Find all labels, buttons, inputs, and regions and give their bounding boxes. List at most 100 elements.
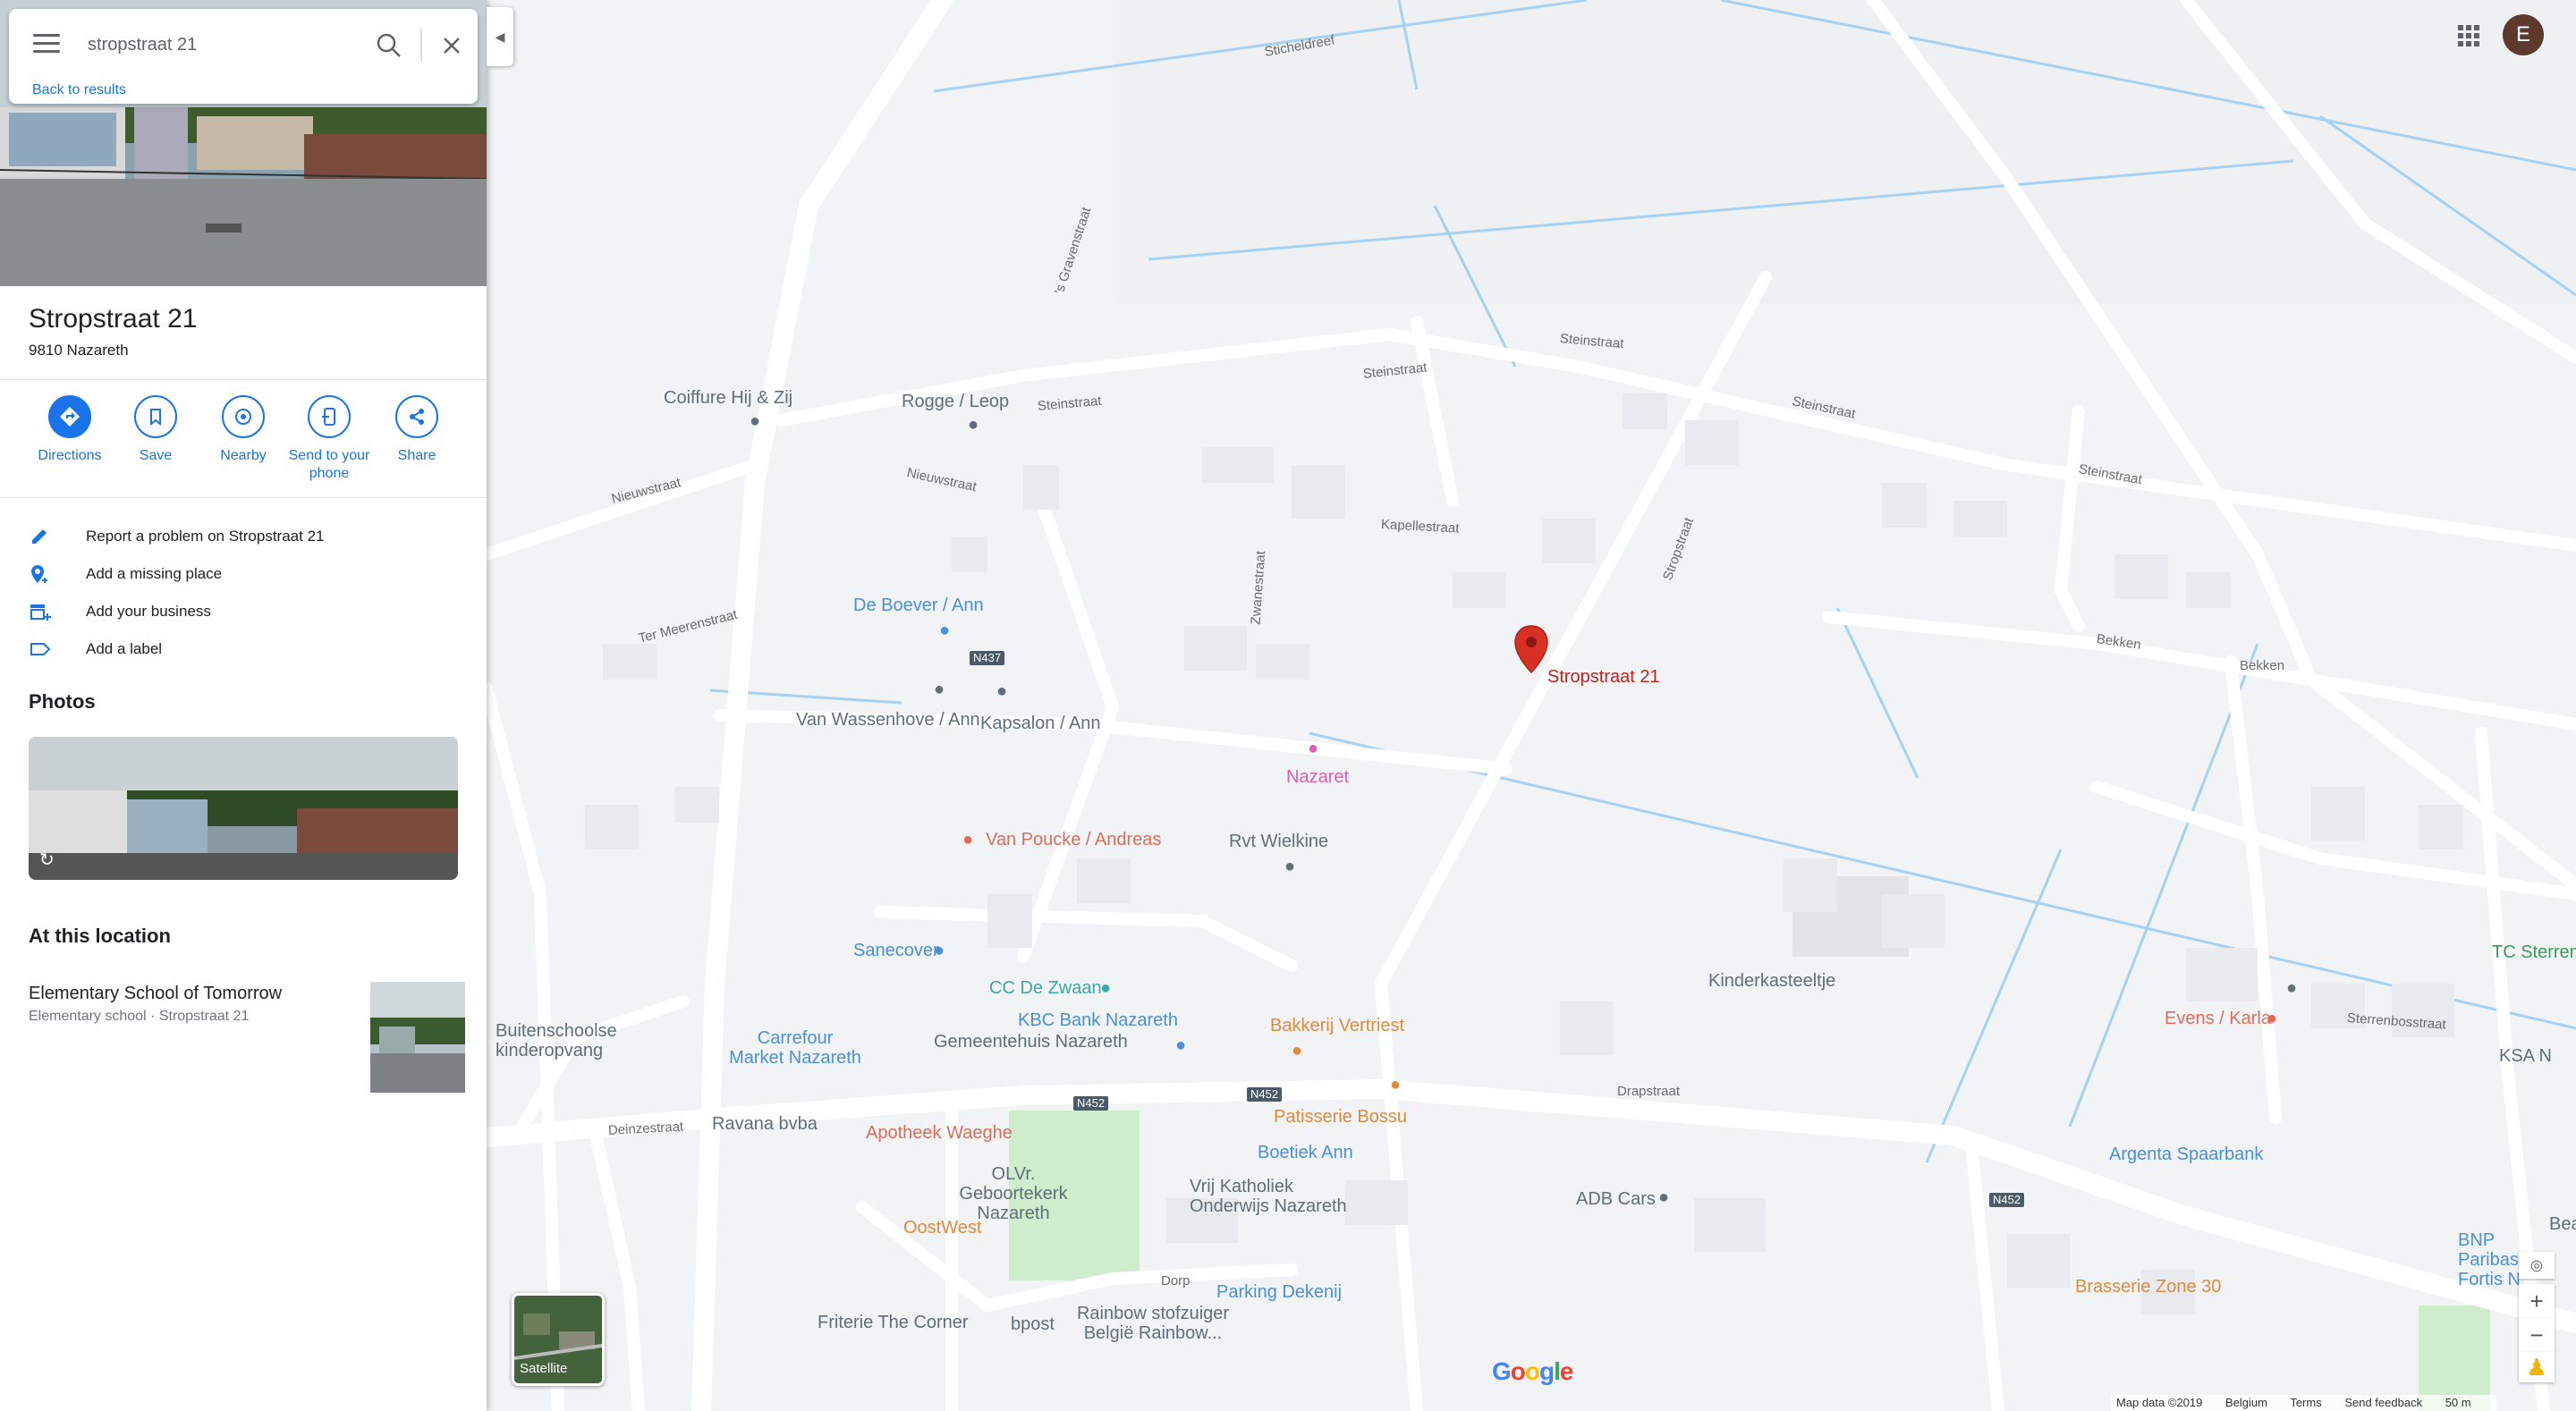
zoom-out-button[interactable]: − bbox=[2519, 1318, 2555, 1352]
road-badge: N437 bbox=[970, 651, 1005, 665]
poi-label[interactable]: Rainbow stofzuiger België Rainbow... bbox=[1068, 1304, 1238, 1343]
poi-pin-icon[interactable]: ● bbox=[1284, 857, 1295, 876]
photo-thumbnail[interactable]: ↻ bbox=[29, 737, 458, 880]
search-icon[interactable] bbox=[372, 29, 406, 63]
poi-label[interactable]: Brasserie Zone 30 bbox=[2075, 1277, 2221, 1297]
poi-label[interactable]: Nazaret bbox=[1286, 767, 1349, 787]
poi-label[interactable]: Sanecover bbox=[853, 941, 939, 960]
nearby-icon bbox=[222, 395, 265, 438]
poi-pin-icon[interactable]: ● bbox=[1292, 1041, 1302, 1060]
nearby-place-name[interactable]: Elementary School of Tomorrow bbox=[29, 984, 282, 1004]
add-missing-place-link[interactable]: Add a missing place bbox=[0, 556, 487, 594]
poi-label[interactable]: OLVr. Geboortekerk Nazareth bbox=[937, 1164, 1089, 1223]
road-badge: N452 bbox=[1247, 1087, 1283, 1102]
poi-label[interactable]: Parking Dekenij bbox=[1216, 1282, 1342, 1302]
satellite-toggle[interactable]: Satellite bbox=[512, 1293, 605, 1386]
save-button[interactable]: Save bbox=[113, 392, 199, 465]
poi-pin-icon[interactable]: ● bbox=[962, 830, 973, 849]
poi-label[interactable]: bpost bbox=[1011, 1314, 1055, 1334]
poi-label[interactable]: Bea bbox=[2549, 1214, 2576, 1234]
account-avatar[interactable]: E bbox=[2503, 14, 2544, 55]
poi-label[interactable]: Bakkerij Vertriest bbox=[1270, 1016, 1404, 1035]
poi-pin-icon[interactable]: ● bbox=[750, 411, 760, 431]
poi-pin-icon[interactable]: ● bbox=[1308, 739, 1318, 758]
poi-label[interactable]: Rogge / Leop bbox=[902, 392, 1009, 411]
poi-pin-icon[interactable]: ● bbox=[1658, 1187, 1669, 1207]
directions-button[interactable]: Directions bbox=[27, 392, 113, 465]
poi-label[interactable]: Friterie The Corner bbox=[818, 1313, 969, 1332]
zoom-in-button[interactable]: + bbox=[2519, 1284, 2555, 1318]
poi-pin-icon[interactable]: ● bbox=[2286, 978, 2297, 998]
poi-pin-icon[interactable]: ● bbox=[1390, 1075, 1401, 1094]
street-label: Drapstraat bbox=[1617, 1084, 1681, 1099]
poi-label[interactable]: Rvt Wielkine bbox=[1229, 832, 1328, 851]
poi-label[interactable]: Kinderkasteeltje bbox=[1708, 971, 1835, 991]
poi-pin-icon[interactable]: ● bbox=[2267, 1009, 2277, 1028]
zoom-controls: ◎ + − ♟ bbox=[2519, 1252, 2555, 1386]
nearby-place-thumbnail[interactable] bbox=[370, 982, 465, 1093]
terms-link[interactable]: Terms bbox=[2290, 1396, 2321, 1409]
collapse-panel-button[interactable]: ◀ bbox=[487, 7, 513, 66]
save-label: Save bbox=[139, 448, 173, 463]
country-text[interactable]: Belgium bbox=[2225, 1396, 2267, 1409]
poi-label[interactable]: Apotheek Waeghe bbox=[866, 1123, 1013, 1143]
pegman-icon[interactable]: ♟ bbox=[2519, 1352, 2555, 1382]
report-problem-link[interactable]: Report a problem on Stropstraat 21 bbox=[0, 519, 487, 556]
phone-icon bbox=[308, 395, 351, 438]
hamburger-menu-icon[interactable] bbox=[30, 29, 63, 61]
poi-pin-icon[interactable]: ● bbox=[1175, 1035, 1186, 1055]
poi-label[interactable]: Van Poucke / Andreas bbox=[986, 830, 1161, 849]
pencil-icon bbox=[29, 526, 54, 551]
divider bbox=[0, 497, 487, 498]
apps-grid-icon[interactable] bbox=[2454, 21, 2483, 50]
my-location-icon[interactable]: ◎ bbox=[2519, 1252, 2555, 1279]
action-buttons: Directions Save Nearby Send to your phon… bbox=[0, 392, 487, 499]
poi-label[interactable]: De Boever / Ann bbox=[853, 596, 984, 615]
back-to-results-link[interactable]: Back to results bbox=[32, 82, 126, 98]
poi-label[interactable]: Boetiek Ann bbox=[1258, 1143, 1353, 1162]
poi-label[interactable]: Kapsalon / Ann bbox=[980, 714, 1101, 733]
poi-label[interactable]: KBC Bank Nazareth bbox=[1018, 1010, 1178, 1030]
add-business-link[interactable]: Add your business bbox=[0, 594, 487, 631]
poi-pin-icon[interactable]: ● bbox=[934, 680, 945, 699]
street-view-thumbnail bbox=[29, 737, 458, 880]
send-to-phone-button[interactable]: Send to your phone bbox=[286, 392, 372, 483]
poi-label[interactable]: Carrefour Market Nazareth bbox=[728, 1028, 862, 1068]
add-label-link[interactable]: Add a label bbox=[0, 631, 487, 669]
share-button[interactable]: Share bbox=[374, 392, 460, 465]
poi-pin-icon[interactable]: ● bbox=[934, 941, 945, 960]
google-logo: Google bbox=[1492, 1357, 1573, 1385]
send-feedback-link[interactable]: Send feedback bbox=[2344, 1396, 2422, 1409]
nearby-button[interactable]: Nearby bbox=[200, 392, 286, 465]
poi-label[interactable]: TC Sterren bbox=[2492, 942, 2576, 962]
place-title: Stropstraat 21 bbox=[29, 304, 198, 334]
poi-label[interactable]: CC De Zwaan bbox=[989, 978, 1102, 998]
poi-label[interactable]: Argenta Spaarbank bbox=[2109, 1145, 2263, 1164]
side-panel: Back to results Stropstraat 21 9810 Naza… bbox=[0, 0, 487, 1411]
poi-label[interactable]: Van Wassenhove / Ann bbox=[796, 710, 980, 730]
poi-label[interactable]: Coiffure Hij & Zij bbox=[664, 388, 792, 408]
photos-heading: Photos bbox=[29, 690, 96, 713]
poi-pin-icon[interactable]: ● bbox=[1100, 978, 1111, 998]
send-to-phone-label: Send to your phone bbox=[288, 448, 370, 481]
poi-label[interactable]: Patisserie Bossu bbox=[1274, 1107, 1407, 1127]
poi-label[interactable]: KSA N bbox=[2499, 1046, 2552, 1066]
search-input[interactable] bbox=[86, 27, 354, 63]
bookmark-icon bbox=[134, 395, 177, 438]
map-canvas[interactable]: Stropstraat 21 Coiffure Hij & Zij Rogge … bbox=[487, 0, 2576, 1411]
poi-label[interactable]: OostWest bbox=[903, 1218, 981, 1238]
scale-text[interactable]: 50 m bbox=[2445, 1396, 2471, 1409]
poi-label[interactable]: Evens / Karla bbox=[2165, 1009, 2271, 1028]
poi-label[interactable]: ADB Cars bbox=[1576, 1189, 1656, 1209]
poi-pin-icon[interactable]: ● bbox=[968, 415, 979, 435]
poi-pin-icon[interactable]: ● bbox=[939, 621, 950, 640]
poi-label[interactable]: Buitenschoolse kinderopvang bbox=[496, 1021, 621, 1060]
poi-label[interactable]: Gemeentehuis Nazareth bbox=[934, 1032, 1128, 1052]
search-box: Back to results bbox=[9, 9, 478, 104]
search-divider bbox=[420, 29, 422, 61]
close-icon[interactable] bbox=[435, 29, 469, 63]
poi-label[interactable]: Ravana bvba bbox=[712, 1114, 818, 1134]
poi-pin-icon[interactable]: ● bbox=[996, 681, 1007, 701]
street-label: Bekken bbox=[2240, 658, 2285, 673]
poi-label[interactable]: Vrij Katholiek Onderwijs Nazareth bbox=[1190, 1177, 1351, 1216]
